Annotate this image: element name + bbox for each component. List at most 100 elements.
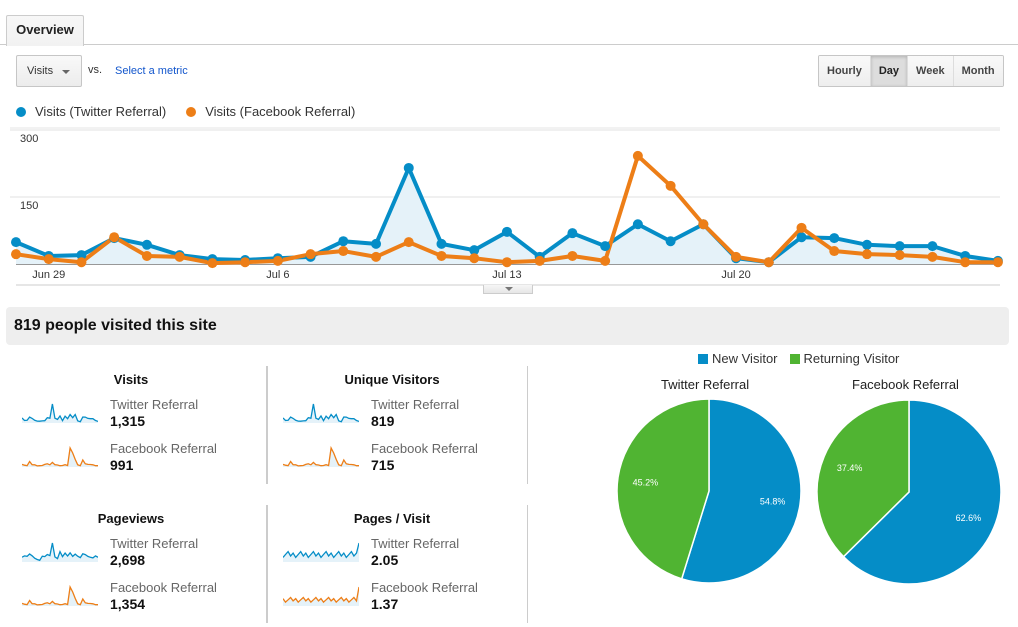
- pie-slice-label: 54.8%: [760, 497, 786, 507]
- hourly-button[interactable]: Hourly: [819, 56, 870, 86]
- caret-down-icon: [505, 287, 513, 291]
- tab-overview[interactable]: Overview: [6, 15, 84, 46]
- legend-dot-facebook: [186, 106, 197, 117]
- legend-swatch-new: [698, 354, 708, 364]
- sparkline-twitter: [283, 403, 359, 423]
- pie-title-twitter: Twitter Referral: [661, 377, 750, 392]
- day-button[interactable]: Day: [869, 56, 908, 86]
- legend-item-twitter[interactable]: Visits (Twitter Referral): [16, 104, 166, 119]
- data-point-twitter: [829, 233, 840, 244]
- pie-slice-returning: [816, 399, 910, 558]
- kpi-label: Facebook Referral: [110, 441, 217, 456]
- kpi-row-twitter: Twitter Referral 2.05: [267, 536, 529, 576]
- data-point-twitter: [796, 232, 807, 243]
- kpi-value: 991: [110, 457, 134, 473]
- data-point-twitter: [141, 239, 152, 250]
- pie-legend-new[interactable]: New Visitor: [698, 351, 778, 366]
- kpi-pages-per-visit: Pages / Visit Twitter Referral 2.05 Face…: [266, 505, 528, 623]
- kpi-title: Visits: [113, 372, 149, 387]
- data-point-facebook: [338, 246, 349, 257]
- data-point-facebook: [141, 250, 152, 261]
- kpi-label: Twitter Referral: [371, 536, 460, 551]
- data-point-facebook: [76, 257, 87, 268]
- kpi-title: Pages / Visit: [353, 511, 431, 526]
- data-point-twitter: [665, 236, 676, 247]
- kpi-label: Twitter Referral: [371, 397, 460, 412]
- kpi-label: Facebook Referral: [371, 441, 478, 456]
- kpi-visits: Visits Twitter Referral 1,315 Facebook R…: [6, 366, 268, 484]
- kpi-pageviews: Pageviews Twitter Referral 2,698 Faceboo…: [6, 505, 268, 623]
- kpi-unique-visitors: Unique Visitors Twitter Referral 819 Fac…: [266, 366, 528, 484]
- sparkline-line: [22, 445, 98, 467]
- x-tick-label: Jul 13: [492, 269, 521, 281]
- granularity-toggle: Hourly Day Week Month: [818, 55, 1004, 87]
- data-point-facebook: [174, 251, 185, 262]
- data-point-twitter: [632, 219, 643, 230]
- kpi-label: Facebook Referral: [110, 580, 217, 595]
- week-button[interactable]: Week: [907, 56, 953, 86]
- data-point-facebook: [894, 250, 905, 261]
- pie-slice-label: 62.6%: [956, 513, 982, 523]
- data-point-twitter: [894, 241, 905, 252]
- data-point-twitter: [11, 237, 21, 248]
- kpi-title: Pageviews: [97, 511, 165, 526]
- kpi-row-facebook: Facebook Referral 1.37: [267, 580, 529, 620]
- sparkline-twitter: [283, 542, 359, 562]
- kpi-value: 2,698: [110, 552, 146, 568]
- kpi-value: 2.05: [371, 552, 399, 568]
- data-point-facebook: [960, 257, 971, 268]
- month-button[interactable]: Month: [952, 56, 1003, 86]
- chart-resize-handle[interactable]: [483, 285, 533, 294]
- x-tick-label: Jul 20: [721, 269, 750, 281]
- select-metric-link[interactable]: Select a metric: [115, 65, 188, 77]
- pie-legend-returning-label: Returning Visitor: [803, 351, 900, 366]
- metric-select[interactable]: Visits: [16, 55, 82, 87]
- tab-bar: Overview: [0, 0, 1018, 46]
- x-tick-label: Jun 29: [32, 269, 65, 281]
- vs-label: vs.: [88, 64, 103, 76]
- kpi-row-facebook: Facebook Referral 991: [6, 441, 268, 481]
- legend-item-facebook[interactable]: Visits (Facebook Referral): [186, 104, 355, 119]
- chart-legend: Visits (Twitter Referral) Visits (Facebo…: [16, 104, 355, 119]
- kpi-row-twitter: Twitter Referral 2,698: [6, 536, 268, 576]
- summary-headline: 819 people visited this site: [6, 307, 1009, 345]
- data-point-facebook: [501, 257, 512, 268]
- legend-label-twitter: Visits (Twitter Referral): [35, 104, 167, 119]
- data-point-twitter: [567, 228, 578, 239]
- kpi-value: 1.37: [371, 596, 399, 612]
- data-point-twitter: [927, 241, 938, 252]
- pie-legend-returning[interactable]: Returning Visitor: [789, 351, 900, 366]
- kpi-value: 715: [371, 457, 395, 473]
- data-point-facebook: [534, 255, 545, 266]
- data-point-facebook: [927, 251, 938, 262]
- data-point-twitter: [371, 238, 382, 249]
- data-point-facebook: [403, 237, 414, 248]
- kpi-row-twitter: Twitter Referral 1,315: [6, 397, 268, 437]
- pie-slice-label: 45.2%: [633, 477, 659, 487]
- pie-title-facebook: Facebook Referral: [852, 377, 959, 392]
- kpi-title: Unique Visitors: [344, 372, 440, 387]
- sparkline-facebook: [22, 445, 98, 467]
- data-point-facebook: [600, 255, 611, 266]
- data-point-facebook: [796, 222, 807, 233]
- data-point-facebook: [11, 249, 21, 260]
- data-point-facebook: [43, 254, 54, 265]
- data-point-facebook: [272, 255, 283, 266]
- legend-dot-twitter: [16, 106, 26, 117]
- kpi-value: 819: [371, 413, 395, 429]
- data-point-twitter: [861, 239, 872, 250]
- data-point-twitter: [501, 226, 512, 237]
- kpi-value: 1,315: [110, 413, 146, 429]
- data-point-facebook: [567, 250, 578, 261]
- data-point-facebook: [632, 150, 643, 161]
- data-point-facebook: [436, 250, 447, 261]
- data-point-facebook: [731, 251, 742, 262]
- legend-label-facebook: Visits (Facebook Referral): [205, 104, 356, 119]
- sparkline-area: [283, 543, 359, 562]
- sparkline-facebook: [22, 584, 98, 606]
- data-point-twitter: [600, 241, 611, 252]
- pie-slice-label: 37.4%: [837, 463, 863, 473]
- sparkline-twitter: [22, 542, 98, 562]
- data-point-facebook: [829, 246, 840, 257]
- sparkline-facebook: [283, 586, 359, 606]
